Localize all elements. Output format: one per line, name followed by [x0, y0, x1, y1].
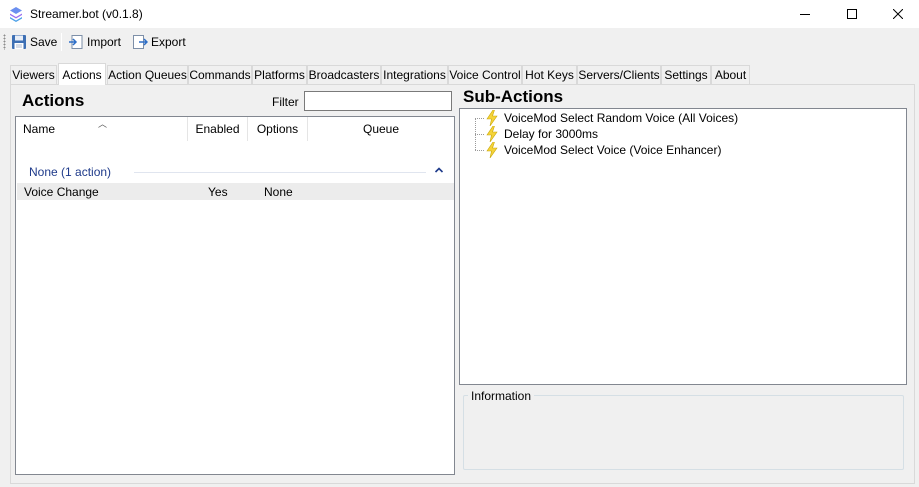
tab-about[interactable]: About [711, 65, 750, 84]
import-button[interactable]: Import [68, 32, 121, 52]
sub-action-item[interactable]: Delay for 3000ms [504, 126, 598, 142]
close-button[interactable] [875, 0, 919, 28]
information-groupbox [463, 395, 904, 470]
lightning-icon [486, 126, 498, 142]
tab-voice-control[interactable]: Voice Control [448, 65, 522, 84]
filter-label: Filter [272, 95, 299, 109]
save-button[interactable]: Save [11, 32, 57, 52]
table-row[interactable]: Voice Change Yes None [17, 183, 454, 200]
tab-integrations[interactable]: Integrations [381, 65, 448, 84]
import-label: Import [87, 35, 122, 49]
streamerbot-logo-icon [10, 7, 22, 22]
save-label: Save [30, 35, 58, 49]
export-label: Export [151, 35, 186, 49]
tab-platforms[interactable]: Platforms [252, 65, 307, 84]
information-label: Information [468, 389, 535, 403]
tab-servers-clients[interactable]: Servers/Clients [577, 65, 661, 84]
title-bar: Streamer.bot (v0.1.8) [0, 0, 919, 28]
actions-title: Actions [22, 91, 85, 110]
minimize-icon [800, 14, 810, 15]
action-enabled: Yes [208, 185, 228, 199]
tab-broadcasters[interactable]: Broadcasters [307, 65, 381, 84]
toolbar: Save Import Export [0, 28, 919, 56]
column-header-enabled[interactable]: Enabled [188, 117, 248, 141]
chevron-up-icon[interactable] [434, 166, 444, 174]
toolbar-grip[interactable] [3, 34, 6, 50]
tree-connector [475, 150, 484, 151]
sub-action-item[interactable]: VoiceMod Select Voice (Voice Enhancer) [504, 142, 721, 158]
sub-actions-title: Sub-Actions [463, 87, 564, 106]
minimize-button[interactable] [782, 0, 828, 28]
tab-commands[interactable]: Commands [188, 65, 252, 84]
toolbar-separator [61, 33, 62, 51]
sub-action-item[interactable]: VoiceMod Select Random Voice (All Voices… [504, 110, 738, 126]
import-icon [69, 35, 83, 49]
export-icon [133, 35, 148, 49]
group-divider [134, 172, 426, 173]
tab-settings[interactable]: Settings [661, 65, 711, 84]
maximize-icon [847, 9, 857, 19]
maximize-button[interactable] [829, 0, 875, 28]
export-button[interactable]: Export [132, 32, 186, 52]
lightning-icon [486, 142, 498, 158]
close-icon [893, 9, 903, 19]
floppy-disk-icon [12, 35, 26, 49]
tab-viewers[interactable]: Viewers [10, 65, 57, 84]
window-title: Streamer.bot (v0.1.8) [30, 7, 143, 21]
tree-connector [475, 134, 484, 135]
tab-action-queues[interactable]: Action Queues [107, 65, 188, 84]
actions-list[interactable]: Name ︿ Enabled Options Queue None (1 act… [15, 116, 455, 475]
filter-input[interactable] [304, 91, 452, 111]
tab-hot-keys[interactable]: Hot Keys [522, 65, 577, 84]
column-header-queue[interactable]: Queue [308, 117, 454, 141]
lightning-icon [486, 110, 498, 126]
action-options: None [264, 185, 293, 199]
action-name: Voice Change [24, 185, 99, 199]
tab-actions[interactable]: Actions [58, 63, 106, 85]
tree-connector [475, 118, 484, 119]
sub-actions-tree[interactable]: VoiceMod Select Random Voice (All Voices… [459, 108, 907, 385]
sort-ascending-icon: ︿ [98, 119, 108, 129]
group-header-none[interactable]: None (1 action) [29, 165, 111, 179]
column-header-options[interactable]: Options [248, 117, 308, 141]
